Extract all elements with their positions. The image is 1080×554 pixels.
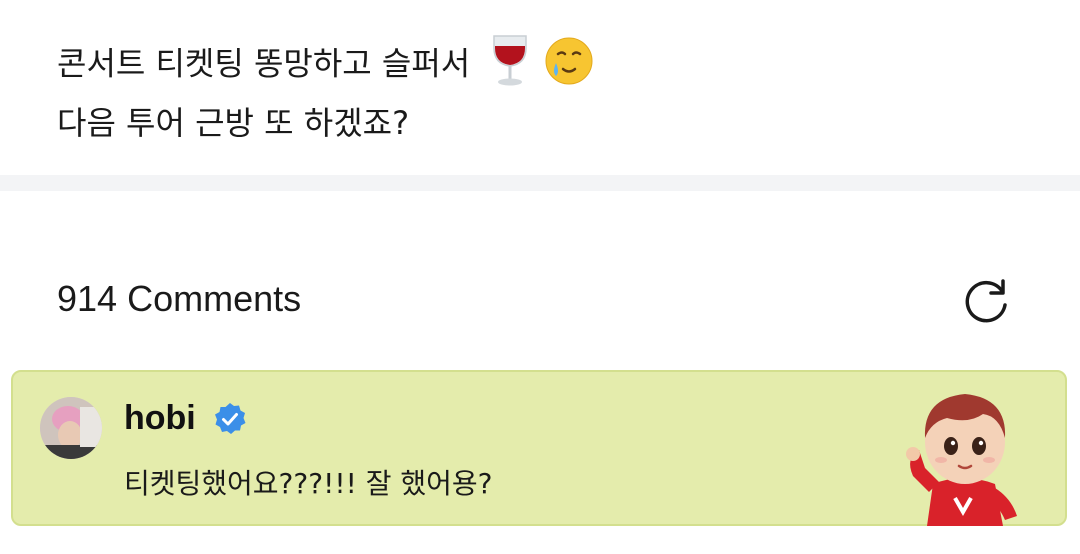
section-divider [0,175,1080,191]
avatar[interactable] [40,397,102,459]
refresh-button[interactable] [958,275,1016,325]
character-sticker [899,380,1029,526]
refresh-icon [965,279,1007,323]
verified-badge-icon [213,402,247,436]
post-text-line-1: 콘서트 티켓팅 똥망하고 슬퍼서 [57,34,594,97]
comments-header: 914 Comments [0,191,1080,366]
post-content: 콘서트 티켓팅 똥망하고 슬퍼서 다음 투어 근방 또 하겠죠? [0,0,1080,175]
face-holding-back-tears-icon [544,36,594,95]
pinned-comment-card[interactable]: hobi 티켓팅했어요???!!! 잘 했어용? [11,370,1067,526]
wine-glass-icon [488,34,532,97]
comments-count: 914 Comments [57,278,302,319]
post-text-line-1-label: 콘서트 티켓팅 똥망하고 슬퍼서 [57,44,471,83]
post-text-line-2: 다음 투어 근방 또 하겠죠? [57,104,410,142]
comment-author-name[interactable]: hobi [124,396,196,440]
comment-text: 티켓팅했어요???!!! 잘 했어용? [124,467,493,500]
